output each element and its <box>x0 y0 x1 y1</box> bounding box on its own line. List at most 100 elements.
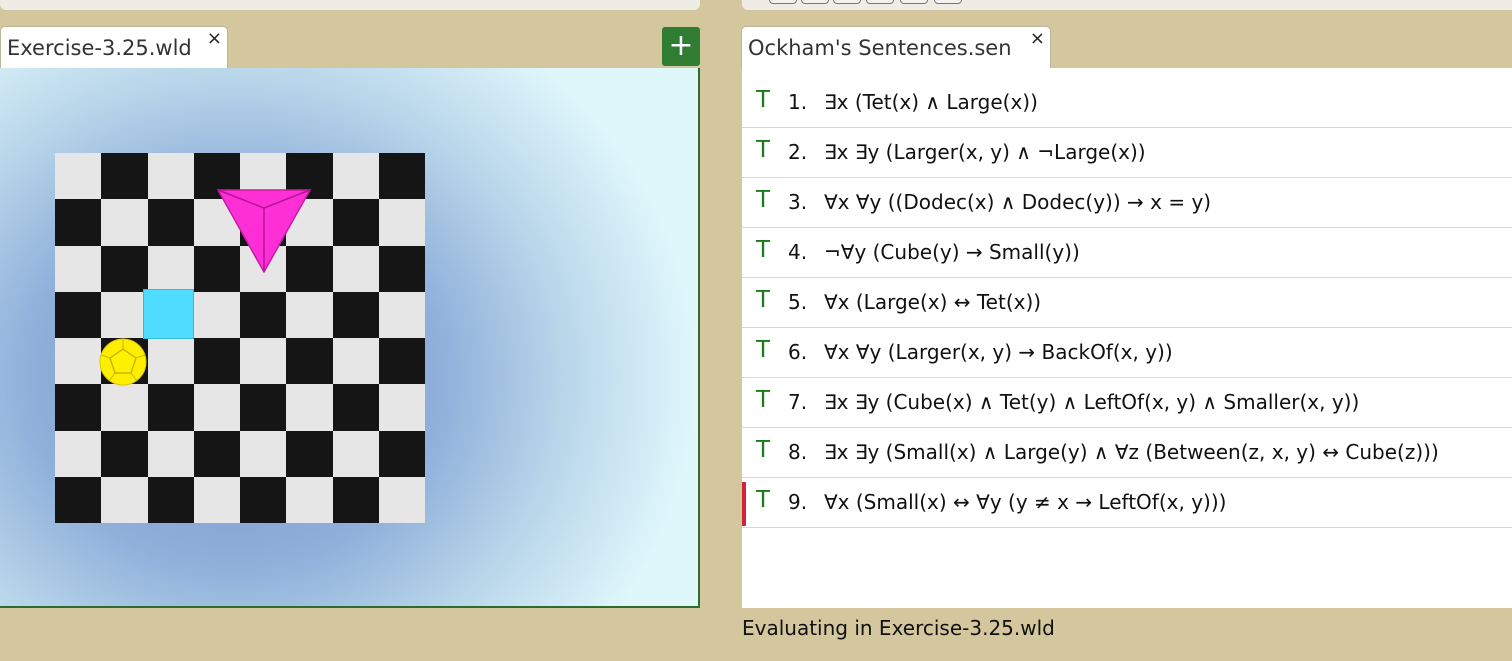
truth-value: T <box>756 187 771 213</box>
sentence-row[interactable]: T 9. ∀x (Small(x) ↔ ∀y (y ≠ x → LeftOf(x, … <box>742 478 1512 528</box>
sentence-number: 7. <box>788 390 808 414</box>
sentence-number: 3. <box>788 190 808 214</box>
board-square <box>240 338 287 385</box>
cube-shape[interactable] <box>143 289 194 339</box>
close-icon[interactable]: × <box>1030 28 1045 49</box>
board-square <box>101 476 148 523</box>
board-square <box>378 476 425 523</box>
board-square <box>193 430 240 477</box>
sentence-row[interactable]: T 3. ∀x ∀y ((Dodec(x) ∧ Dodec(y)) → x = y) <box>742 178 1512 228</box>
board-square <box>147 245 194 292</box>
world-view[interactable] <box>0 68 700 608</box>
board-square <box>332 384 379 431</box>
sentence-number: 8. <box>788 440 808 464</box>
board-square <box>55 153 102 200</box>
toolbar-button[interactable] <box>900 0 928 4</box>
board-square <box>332 153 379 200</box>
board-square <box>101 291 148 338</box>
toolbar-button[interactable] <box>833 0 861 4</box>
board-square <box>147 476 194 523</box>
sentence-number: 5. <box>788 290 808 314</box>
board-square <box>332 430 379 477</box>
sentence-list[interactable]: T 1. ∃x (Tet(x) ∧ Large(x)) T 2. ∃x ∃y (Large… <box>742 68 1512 608</box>
sentence-formula[interactable]: ∀x ∀y (Larger(x, y) → BackOf(x, y)) <box>824 340 1173 364</box>
board-square <box>378 338 425 385</box>
sentence-formula[interactable]: ∀x (Large(x) ↔ Tet(x)) <box>824 290 1041 314</box>
sentence-formula[interactable]: ∃x ∃y (Larger(x, y) ∧ ¬Large(x)) <box>824 140 1146 164</box>
toolbar-button[interactable] <box>801 0 829 4</box>
add-tab-button[interactable]: + <box>662 27 700 66</box>
sentence-formula[interactable]: ∃x (Tet(x) ∧ Large(x)) <box>824 90 1038 114</box>
board-square <box>101 245 148 292</box>
board-square <box>240 430 287 477</box>
board-square <box>378 384 425 431</box>
sentence-number: 6. <box>788 340 808 364</box>
truth-value: T <box>756 137 771 163</box>
board-square <box>332 338 379 385</box>
sentence-row[interactable]: T 8. ∃x ∃y (Small(x) ∧ Large(y) ∧ ∀z (Betw… <box>742 428 1512 478</box>
close-icon[interactable]: × <box>207 28 222 49</box>
board-square <box>55 245 102 292</box>
board-square <box>378 291 425 338</box>
sentence-row[interactable]: T 2. ∃x ∃y (Larger(x, y) ∧ ¬Large(x)) <box>742 128 1512 178</box>
truth-value: T <box>756 487 771 513</box>
board-square <box>332 199 379 246</box>
board-square <box>378 430 425 477</box>
board-square <box>101 153 148 200</box>
dodecahedron-shape[interactable] <box>99 338 147 386</box>
board-square <box>240 291 287 338</box>
board-square <box>55 384 102 431</box>
board-square <box>101 384 148 431</box>
sentence-row[interactable]: T 6. ∀x ∀y (Larger(x, y) → BackOf(x, y)) <box>742 328 1512 378</box>
tab-world-file-label: Exercise-3.25.wld <box>7 36 192 60</box>
board-square <box>55 199 102 246</box>
board-square <box>101 199 148 246</box>
board-square <box>240 384 287 431</box>
board-square <box>378 199 425 246</box>
tetrahedron-shape[interactable] <box>216 188 312 274</box>
board-square <box>55 430 102 477</box>
toolbar-button[interactable] <box>769 0 797 4</box>
tab-sentence-file-label: Ockham's Sentences.sen <box>748 36 1012 60</box>
sentence-formula[interactable]: ∃x ∃y (Cube(x) ∧ Tet(y) ∧ LeftOf(x, y) ∧… <box>824 390 1359 414</box>
world-toolbar-strip <box>0 0 700 10</box>
status-text: Evaluating in Exercise-3.25.wld <box>742 616 1055 640</box>
board-square <box>193 338 240 385</box>
sentence-formula[interactable]: ∃x ∃y (Small(x) ∧ Large(y) ∧ ∀z (Between… <box>824 440 1439 464</box>
sentence-toolbar-strip <box>742 0 1512 10</box>
sentence-number: 1. <box>788 90 808 114</box>
board-square <box>193 291 240 338</box>
board-square <box>147 384 194 431</box>
board-square <box>378 153 425 200</box>
sentence-number: 4. <box>788 240 808 264</box>
board-square <box>55 338 102 385</box>
sentence-number: 9. <box>788 490 808 514</box>
sentence-formula[interactable]: ∀x ∀y ((Dodec(x) ∧ Dodec(y)) → x = y) <box>824 190 1211 214</box>
sentence-row[interactable]: T 5. ∀x (Large(x) ↔ Tet(x)) <box>742 278 1512 328</box>
board-square <box>147 430 194 477</box>
tab-world-file[interactable]: Exercise-3.25.wld × <box>0 26 228 68</box>
board-square <box>286 384 333 431</box>
sentence-formula[interactable]: ∀x (Small(x) ↔ ∀y (y ≠ x → LeftOf(x, y))… <box>824 490 1226 514</box>
sentence-row[interactable]: T 4. ¬∀y (Cube(y) → Small(y)) <box>742 228 1512 278</box>
truth-value: T <box>756 87 771 113</box>
board-square <box>193 476 240 523</box>
board-square <box>332 476 379 523</box>
board-square <box>286 430 333 477</box>
truth-value: T <box>756 337 771 363</box>
board-square <box>55 476 102 523</box>
selection-indicator <box>742 482 746 526</box>
sentence-formula[interactable]: ¬∀y (Cube(y) → Small(y)) <box>824 240 1080 264</box>
board-square <box>147 199 194 246</box>
toolbar-button[interactable] <box>934 0 962 4</box>
board-square <box>101 430 148 477</box>
toolbar-button[interactable] <box>866 0 894 4</box>
truth-value: T <box>756 237 771 263</box>
sentence-row[interactable]: T 1. ∃x (Tet(x) ∧ Large(x)) <box>742 78 1512 128</box>
sentence-number: 2. <box>788 140 808 164</box>
board-square <box>286 291 333 338</box>
truth-value: T <box>756 387 771 413</box>
sentence-row[interactable]: T 7. ∃x ∃y (Cube(x) ∧ Tet(y) ∧ LeftOf(x, y… <box>742 378 1512 428</box>
board-square <box>147 153 194 200</box>
tab-sentence-file[interactable]: Ockham's Sentences.sen × <box>741 26 1051 68</box>
